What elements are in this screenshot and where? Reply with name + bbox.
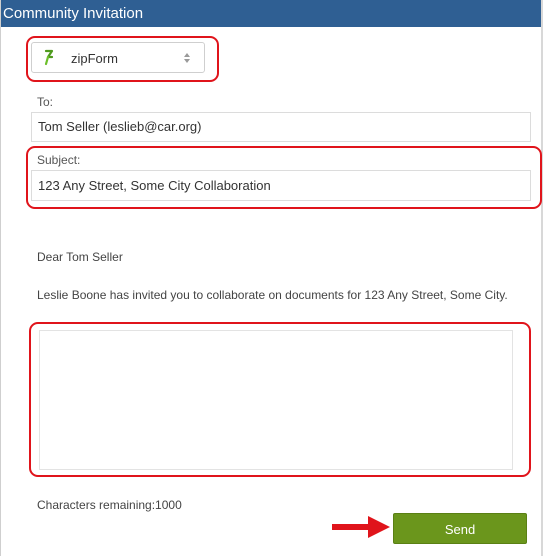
send-button[interactable]: Send [393,513,527,544]
subject-label: Subject: [37,153,81,167]
characters-remaining: Characters remaining:1000 [37,498,182,512]
zipform-icon [44,49,54,66]
to-field[interactable]: Tom Seller (leslieb@car.org) [31,112,531,142]
arrow-right-icon [332,516,390,538]
dialog-title: Community Invitation [1,0,541,27]
app-select-dropdown[interactable]: zipForm [31,42,205,73]
subject-field[interactable]: 123 Any Street, Some City Collaboration [31,170,531,201]
to-value: Tom Seller (leslieb@car.org) [38,119,202,134]
community-invitation-dialog: Community Invitation zipForm To: Tom Sel… [0,0,543,556]
invitation-text: Leslie Boone has invited you to collabor… [37,288,508,302]
to-label: To: [37,95,54,109]
subject-value: 123 Any Street, Some City Collaboration [38,178,271,193]
select-arrows-icon [184,53,190,63]
greeting-text: Dear Tom Seller [37,250,123,264]
app-select-value: zipForm [71,51,118,66]
personal-message-textarea[interactable] [39,330,513,470]
